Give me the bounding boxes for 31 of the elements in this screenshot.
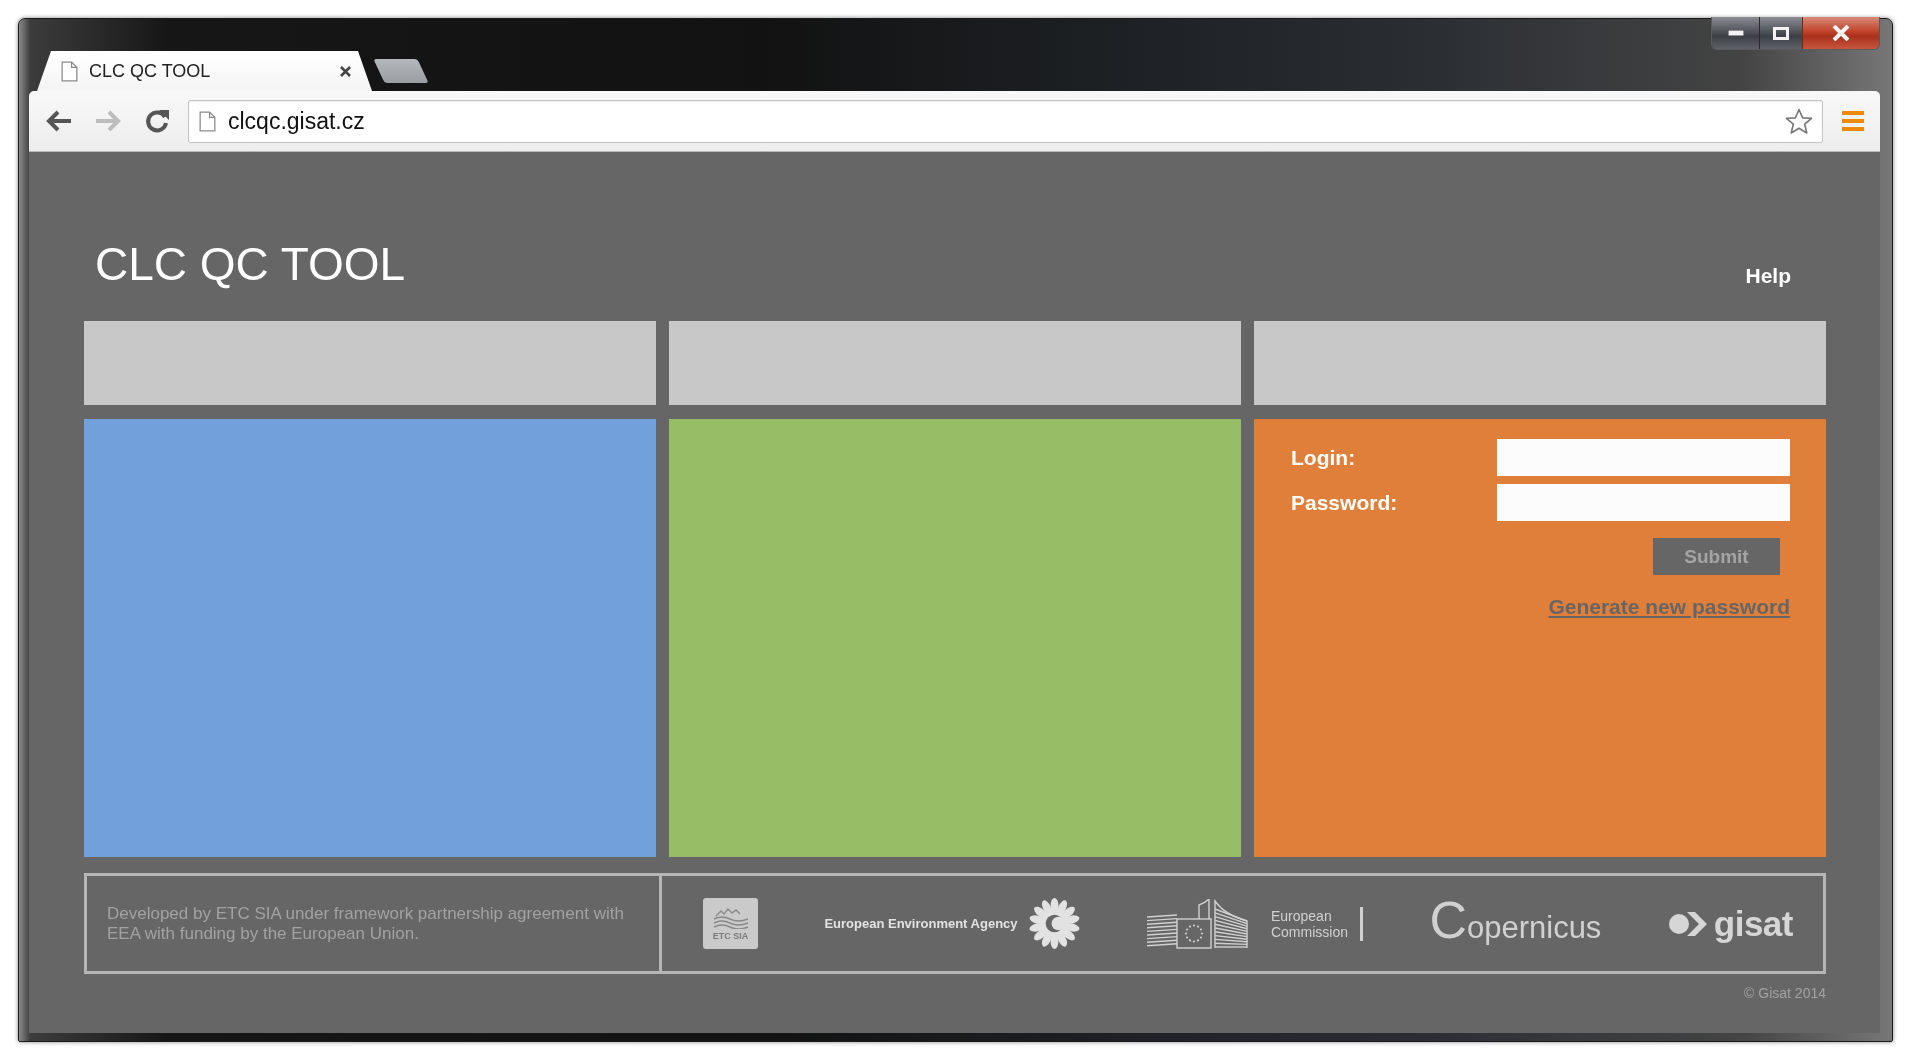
help-link[interactable]: Help (1745, 264, 1791, 288)
right-arrow-icon (95, 110, 121, 132)
browser-tab[interactable]: CLC QC TOOL (37, 51, 372, 91)
star-icon[interactable] (1785, 107, 1813, 135)
close-button[interactable] (1802, 17, 1879, 49)
logo-wordmark: Copernicus (1429, 899, 1602, 948)
input-field[interactable] (1497, 484, 1790, 521)
sun-icon (1027, 897, 1081, 950)
field-label: Login: (1291, 445, 1356, 470)
page-icon (61, 60, 78, 82)
close-icon[interactable] (339, 64, 352, 78)
agency-name: European Environment Agency (824, 916, 1018, 931)
agency-name: European Commission (1270, 907, 1348, 940)
url-text: clcqc.gisat.cz (228, 107, 366, 135)
page-title: CLC QC TOOL (95, 237, 406, 292)
address-bar[interactable]: clcqc.gisat.cz (188, 99, 1823, 143)
left-arrow-icon (46, 110, 72, 132)
logo-caption: ETC SIA (712, 930, 749, 941)
logo-wordmark: gisat (1713, 903, 1793, 944)
maximize-button[interactable] (1759, 17, 1802, 49)
waves-icon (711, 906, 750, 929)
minimize-button[interactable] (1712, 17, 1759, 49)
copyright-text: © Gisat 2014 (1744, 984, 1826, 1002)
field-label: Password: (1291, 490, 1398, 515)
maximize-icon (1773, 26, 1789, 40)
page-icon (199, 110, 216, 132)
input-field[interactable] (1497, 439, 1790, 476)
credit-text: Developed by ETC SIA under framework partnership agreement with EEA with funding by the European Union. (107, 903, 625, 944)
minimize-icon (1727, 30, 1744, 36)
close-icon (1832, 25, 1850, 41)
reload-icon (144, 108, 170, 134)
